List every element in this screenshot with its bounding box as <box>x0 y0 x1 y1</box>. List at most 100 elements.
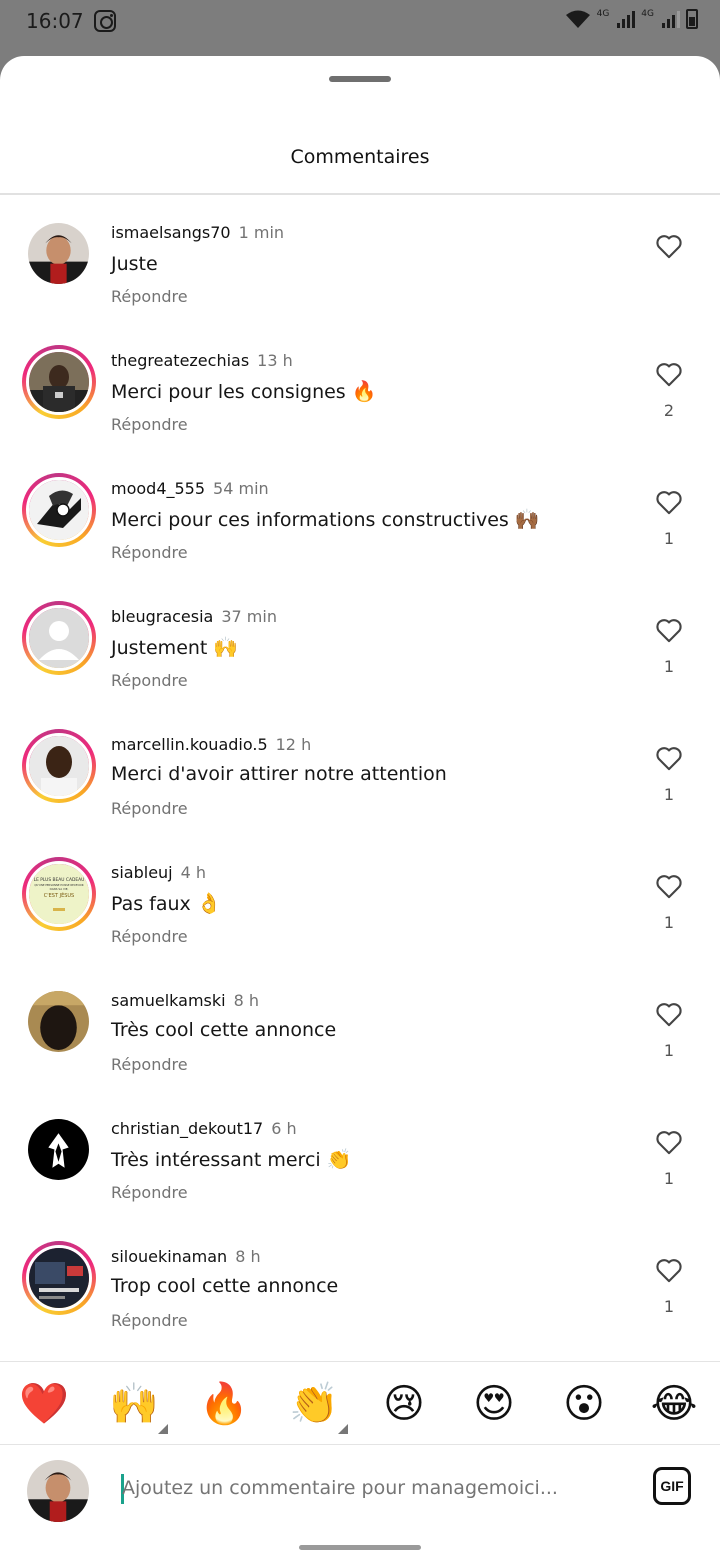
like-button[interactable] <box>655 617 683 643</box>
gif-button[interactable]: GIF <box>653 1467 691 1505</box>
comment-username[interactable]: samuelkamski <box>111 991 226 1010</box>
comment-time: 37 min <box>221 607 277 626</box>
reply-button[interactable]: Répondre <box>111 415 188 434</box>
reaction-surprised[interactable]: 😮 <box>558 1378 610 1430</box>
comment-item: thegreatezechias 13 h Merci pour les cons… <box>0 345 720 479</box>
heart-icon <box>656 235 682 259</box>
avatar-story-ring[interactable] <box>22 601 96 675</box>
comment-text: Très cool cette annonce <box>111 1019 337 1041</box>
reply-button[interactable]: Répondre <box>111 671 188 690</box>
avatar-poster-text: LE PLUS BEAU CADEAU <box>34 877 85 883</box>
reply-button[interactable]: Répondre <box>111 927 188 946</box>
comment-item: marcellin.kouadio.5 12 h Merci d'avoir at… <box>0 729 720 863</box>
home-indicator[interactable] <box>299 1545 421 1550</box>
comment-item: samuelkamski 8 h Très cool cette annonce … <box>0 991 720 1119</box>
reaction-crying[interactable]: 😢 <box>378 1378 430 1430</box>
reply-button[interactable]: Répondre <box>111 1183 188 1202</box>
comment-time: 8 h <box>235 1247 261 1266</box>
heart-icon <box>656 1003 682 1027</box>
comments-sheet: Commentaires ismaelsangs70 1 min Juste Ré… <box>0 56 720 1560</box>
comment-composer: GIF <box>0 1447 720 1547</box>
comment-meta: silouekinaman 8 h <box>111 1247 261 1266</box>
reaction-clapping[interactable]: 👏 <box>288 1378 348 1434</box>
comment-meta: ismaelsangs70 1 min <box>111 223 284 242</box>
avatar[interactable] <box>28 991 89 1052</box>
reply-button[interactable]: Répondre <box>111 799 188 818</box>
comment-username[interactable]: mood4_555 <box>111 479 205 498</box>
comment-username[interactable]: christian_dekout17 <box>111 1119 263 1138</box>
comment-username[interactable]: marcellin.kouadio.5 <box>111 735 268 754</box>
like-button[interactable] <box>655 1257 683 1283</box>
drag-handle[interactable] <box>329 76 391 82</box>
comment-text: Très intéressant merci 👏 <box>111 1147 352 1171</box>
comment-text: Merci pour les consignes 🔥 <box>111 379 377 403</box>
skin-tone-indicator <box>338 1424 348 1434</box>
comment-meta: thegreatezechias 13 h <box>111 351 293 370</box>
like-count: 1 <box>663 1041 675 1060</box>
network-type-label: 4G <box>596 9 610 19</box>
reaction-fire[interactable]: 🔥 <box>198 1378 250 1430</box>
reaction-heart[interactable]: ❤️ <box>18 1378 70 1430</box>
comment-username[interactable]: siableuj <box>111 863 173 882</box>
like-count: 1 <box>663 657 675 676</box>
reply-button[interactable]: Répondre <box>111 1311 188 1330</box>
comment-text: Pas faux 👌 <box>111 891 222 915</box>
like-button[interactable] <box>655 1001 683 1027</box>
reaction-heart-eyes[interactable]: 😍 <box>468 1378 520 1430</box>
instagram-icon <box>94 10 116 32</box>
comment-text: Justement 🙌 <box>111 635 239 659</box>
avatar[interactable] <box>28 1119 89 1180</box>
like-count: 1 <box>663 529 675 548</box>
comment-username[interactable]: thegreatezechias <box>111 351 249 370</box>
reply-button[interactable]: Répondre <box>111 543 188 562</box>
avatar-poster-text: DANS SA VIE, <box>50 887 69 891</box>
avatar-story-ring[interactable] <box>22 1241 96 1315</box>
comment-text: Merci pour ces informations constructive… <box>111 507 540 531</box>
comment-item: LE PLUS BEAU CADEAU QU'UNE PERSONNE PUIS… <box>0 857 720 991</box>
comment-meta: samuelkamski 8 h <box>111 991 259 1010</box>
comment-item: silouekinaman 8 h Trop cool cette annonce… <box>0 1241 720 1375</box>
network-type-label-2: 4G <box>641 9 654 19</box>
comment-time: 13 h <box>257 351 293 370</box>
heart-icon <box>656 1259 682 1283</box>
comment-meta: marcellin.kouadio.5 12 h <box>111 735 311 754</box>
like-button[interactable] <box>655 361 683 387</box>
avatar-story-ring[interactable] <box>22 729 96 803</box>
comment-time: 12 h <box>275 735 312 754</box>
like-button[interactable] <box>655 873 683 899</box>
like-count: 2 <box>663 401 675 420</box>
like-count: 1 <box>663 913 675 932</box>
like-button[interactable] <box>655 489 683 515</box>
avatar-story-ring[interactable] <box>22 345 96 419</box>
reaction-laughing[interactable]: 😂 <box>648 1378 700 1430</box>
like-button[interactable] <box>655 745 683 771</box>
heart-icon <box>656 363 682 387</box>
reply-button[interactable]: Répondre <box>111 1055 188 1074</box>
comment-username[interactable]: silouekinaman <box>111 1247 227 1266</box>
comment-input[interactable] <box>122 1477 622 1499</box>
comment-item: mood4_555 54 min Merci pour ces informati… <box>0 473 720 607</box>
comment-meta: siableuj 4 h <box>111 863 206 882</box>
comment-meta: mood4_555 54 min <box>111 479 269 498</box>
quick-reactions-bar: ❤️ 🙌 🔥 👏 😢 😍 😮 😂 <box>0 1361 720 1445</box>
heart-icon <box>656 491 682 515</box>
avatar[interactable] <box>28 223 89 284</box>
avatar-story-ring[interactable]: LE PLUS BEAU CADEAU QU'UNE PERSONNE PUIS… <box>22 857 96 931</box>
reply-button[interactable]: Répondre <box>111 287 188 306</box>
heart-icon <box>656 1131 682 1155</box>
status-bar: 16:07 4G 4G <box>0 0 720 56</box>
like-button[interactable] <box>655 233 683 259</box>
reaction-raising-hands[interactable]: 🙌 <box>108 1378 168 1434</box>
like-count: 1 <box>663 1169 675 1188</box>
comment-username[interactable]: ismaelsangs70 <box>111 223 231 242</box>
battery-icon <box>686 9 698 29</box>
comment-username[interactable]: bleugracesia <box>111 607 213 626</box>
like-count: 1 <box>663 1297 675 1316</box>
avatar-story-ring[interactable] <box>22 473 96 547</box>
wifi-icon <box>565 10 590 28</box>
comment-meta: christian_dekout17 6 h <box>111 1119 297 1138</box>
like-button[interactable] <box>655 1129 683 1155</box>
skin-tone-indicator <box>158 1424 168 1434</box>
comment-text: Merci d'avoir attirer notre attention <box>111 763 447 785</box>
signal-icon <box>617 10 636 28</box>
